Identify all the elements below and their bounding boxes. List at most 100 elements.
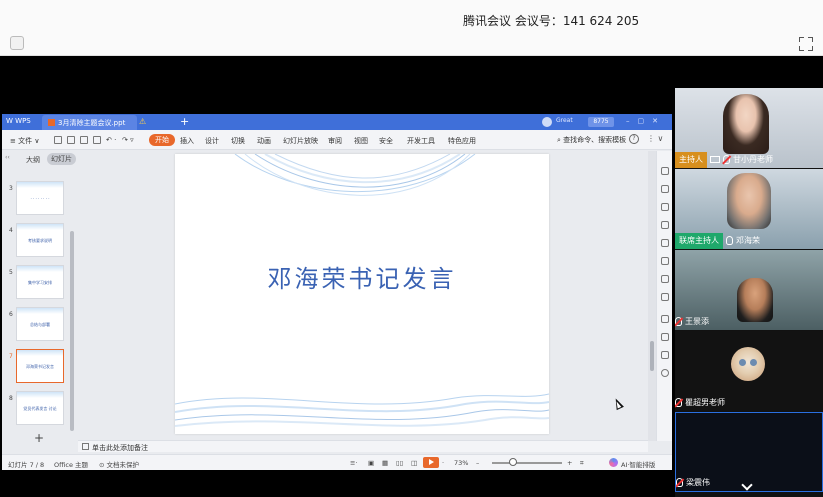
- chart-icon[interactable]: [661, 293, 669, 301]
- fullscreen-icon[interactable]: [799, 37, 813, 51]
- wps-logo[interactable]: W WPS: [6, 117, 31, 125]
- help-icon[interactable]: ?: [629, 134, 639, 144]
- slide-thumbnail[interactable]: 集中学习安排: [16, 265, 64, 299]
- theme-name[interactable]: Office 主题: [54, 459, 88, 469]
- zoom-in-icon[interactable]: +: [567, 459, 572, 467]
- tab-design[interactable]: 设计: [205, 136, 219, 146]
- save-icon[interactable]: [54, 136, 62, 144]
- current-slide[interactable]: 邓海荣书记发言: [175, 154, 549, 434]
- play-slideshow-button[interactable]: [423, 457, 439, 468]
- user-name[interactable]: Great: [556, 117, 573, 124]
- mic-muted-icon: [676, 478, 683, 487]
- thumbnail-text: 总结与部署: [30, 322, 50, 327]
- participant-tile[interactable]: 瞿超男老师: [675, 331, 823, 411]
- slide-thumbnail-selected[interactable]: 邓海荣书记发言: [16, 349, 64, 383]
- more-options-icon[interactable]: ⋮ ∨: [647, 134, 663, 143]
- window-controls[interactable]: –▢✕: [626, 117, 666, 125]
- tab-slideshow[interactable]: 幻灯片放映: [283, 136, 318, 146]
- image-icon[interactable]: [661, 275, 669, 283]
- thumbnail-scrollbar[interactable]: [70, 231, 74, 431]
- zoom-out-icon[interactable]: –: [476, 459, 479, 467]
- warning-icon[interactable]: ⚠: [139, 117, 146, 126]
- document-tab[interactable]: 3月清除主题会议.ppt: [42, 115, 137, 130]
- undo-icon[interactable]: ↶ ·: [106, 136, 116, 144]
- notes-icon: [82, 443, 89, 450]
- participant-name: 梁震伟: [686, 478, 710, 487]
- copy-format-icon[interactable]: [661, 185, 669, 193]
- collapse-pane-icon[interactable]: ‹‹: [5, 154, 10, 161]
- ai-layout-button[interactable]: AI·智能排版: [621, 459, 655, 469]
- fit-window-icon[interactable]: ⌗: [580, 459, 584, 468]
- tab-insert[interactable]: 插入: [180, 136, 194, 146]
- protect-status[interactable]: ⊙ 文档未保护: [99, 459, 139, 469]
- add-slide-button[interactable]: +: [34, 431, 44, 445]
- participant-label: 王景添: [675, 314, 709, 330]
- thumbnail-number: 5: [9, 269, 13, 276]
- scrollbar-thumb[interactable]: [650, 341, 654, 371]
- print-icon[interactable]: [80, 136, 88, 144]
- audio-icon[interactable]: [661, 315, 669, 323]
- participant-tile-cohost[interactable]: 联席主持人 邓海荣: [675, 169, 823, 249]
- participant-tile-active[interactable]: 梁震伟: [675, 412, 823, 492]
- slide-thumbnail[interactable]: · · · · · · · ·: [16, 181, 64, 215]
- tab-developer[interactable]: 开发工具: [407, 136, 435, 146]
- slide-wave-decoration: [175, 154, 549, 427]
- zoom-slider[interactable]: [492, 462, 562, 464]
- tab-security[interactable]: 安全: [379, 136, 393, 146]
- tab-view[interactable]: 视图: [354, 136, 368, 146]
- tab-transition[interactable]: 切换: [231, 136, 245, 146]
- tab-features[interactable]: 特色应用: [448, 136, 476, 146]
- tab-outline[interactable]: 大纲: [26, 155, 40, 165]
- participant-name: 邓海荣: [736, 236, 760, 245]
- export-icon[interactable]: [67, 136, 75, 144]
- ppt-file-icon: [48, 119, 55, 126]
- file-menu[interactable]: ≡ 文件 ∨: [10, 136, 39, 146]
- participant-tile-host[interactable]: 主持人 甘小丹老师: [675, 88, 823, 168]
- slide-thumbnail[interactable]: 考核要求说明: [16, 223, 64, 257]
- host-badge: 主持人: [675, 152, 707, 168]
- shape-tool-icon[interactable]: [661, 167, 669, 175]
- history-icon[interactable]: [661, 351, 669, 359]
- reading-view-icon[interactable]: ▯▯: [396, 459, 403, 467]
- screen-share-icon: [710, 156, 720, 163]
- presenter-icon[interactable]: ◫: [411, 459, 417, 467]
- security-shield-icon[interactable]: [10, 36, 24, 50]
- tab-animation[interactable]: 动画: [257, 136, 271, 146]
- slide-count: 幻灯片 7 / 8: [8, 461, 45, 469]
- thumbnail-number: 7: [9, 353, 13, 360]
- layers-icon[interactable]: [661, 257, 669, 265]
- new-tab-button[interactable]: +: [180, 115, 189, 128]
- thumbnail-text: 党员代表发言 讨论: [23, 406, 57, 411]
- user-avatar[interactable]: [542, 117, 552, 127]
- template-icon[interactable]: [661, 221, 669, 229]
- canvas-scrollbar[interactable]: [648, 151, 656, 441]
- tab-review[interactable]: 审阅: [328, 136, 342, 146]
- preview-icon[interactable]: [93, 136, 101, 144]
- target-icon[interactable]: [661, 333, 669, 341]
- thumbnail-text: 集中学习安排: [28, 280, 52, 285]
- slide-thumbnail[interactable]: 总结与部署: [16, 307, 64, 341]
- user-tag: 8775: [588, 117, 614, 127]
- command-search[interactable]: ⌕ 查找命令、搜索模板: [557, 135, 626, 145]
- notes-placeholder[interactable]: 单击此处添加备注: [92, 443, 148, 453]
- participant-name: 王景添: [685, 317, 709, 326]
- participant-tile[interactable]: 王景添: [675, 250, 823, 330]
- zoom-slider-handle[interactable]: [509, 458, 517, 466]
- slide-title[interactable]: 邓海荣书记发言: [175, 259, 549, 294]
- slide-thumbnail[interactable]: 党员代表发言 讨论: [16, 391, 64, 425]
- tab-start[interactable]: 开始: [149, 134, 175, 146]
- tab-slides[interactable]: 幻灯片: [47, 153, 76, 165]
- notes-toggle-icon[interactable]: ≡·: [350, 459, 358, 467]
- normal-view-icon[interactable]: ▣: [368, 459, 374, 467]
- ai-icon: [609, 458, 618, 467]
- star-icon[interactable]: [661, 239, 669, 247]
- redo-icon[interactable]: ↷ ▿: [122, 136, 134, 144]
- question-icon[interactable]: [661, 369, 669, 377]
- play-dropdown-icon[interactable]: ·: [442, 459, 444, 467]
- thumbnail-number: 8: [9, 395, 13, 402]
- zoom-level[interactable]: 73%: [454, 459, 468, 467]
- shared-screen-wps: W WPS 3月清除主题会议.ppt ⚠ + Great 8775 –▢✕ ≡ …: [2, 114, 672, 470]
- adjust-icon[interactable]: [661, 203, 669, 211]
- notes-bar[interactable]: 单击此处添加备注: [78, 440, 648, 452]
- sorter-view-icon[interactable]: ▦: [382, 459, 388, 467]
